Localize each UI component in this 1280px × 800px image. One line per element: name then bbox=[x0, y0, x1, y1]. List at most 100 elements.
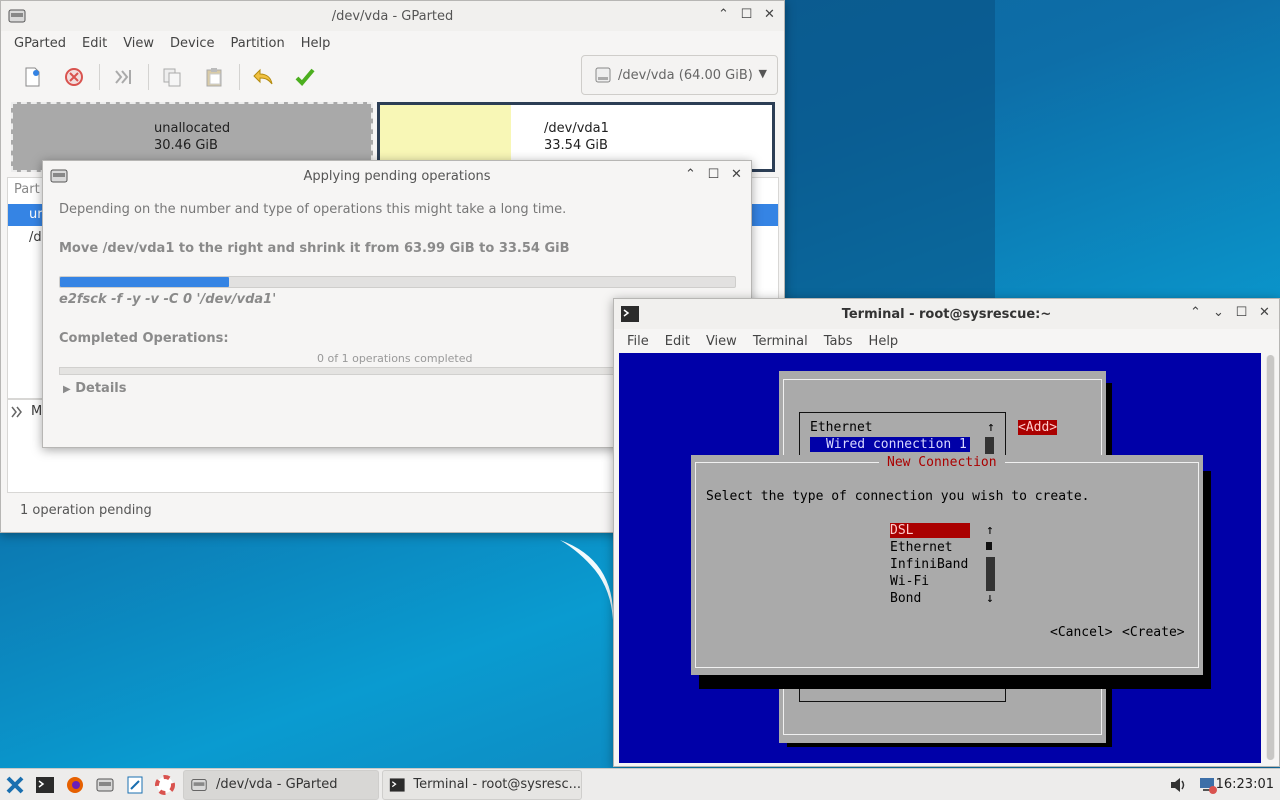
resize-move-button[interactable] bbox=[106, 61, 140, 93]
apply-button[interactable] bbox=[288, 61, 322, 93]
tui-add-button[interactable]: <Add> bbox=[1018, 420, 1058, 435]
menu-help[interactable]: Help bbox=[861, 334, 907, 349]
tui-list-item-wired[interactable]: Wired connection 1 bbox=[810, 437, 970, 452]
restore-button[interactable]: ⌄ bbox=[1212, 306, 1225, 320]
terminal-titlebar[interactable]: Terminal - root@sysrescue:~ ⌃ ⌄ ☐ ✕ bbox=[614, 299, 1279, 329]
tui-create-button[interactable]: <Create> bbox=[1122, 625, 1185, 640]
menu-file[interactable]: File bbox=[619, 334, 657, 349]
menu-tabs[interactable]: Tabs bbox=[816, 334, 861, 349]
partition-label: /dev/vda1 bbox=[544, 121, 609, 136]
xfce-logo-icon bbox=[6, 776, 24, 793]
details-expander[interactable]: ▶ Details bbox=[63, 381, 126, 396]
launcher-firefox[interactable] bbox=[60, 770, 90, 800]
chevron-down-icon: ▼ bbox=[758, 67, 767, 80]
taskbar: /dev/vda - GParted Terminal - root@sysre… bbox=[0, 768, 1280, 800]
scrollbar-thumb[interactable] bbox=[1267, 355, 1274, 760]
firefox-icon bbox=[67, 776, 83, 793]
status-bar: 1 operation pending bbox=[20, 503, 152, 518]
terminal-app-icon bbox=[621, 306, 639, 322]
launcher-gparted[interactable] bbox=[90, 770, 120, 800]
volume-button[interactable] bbox=[1163, 770, 1193, 800]
gparted-app-icon bbox=[8, 9, 26, 23]
taskbar-task-terminal[interactable]: Terminal - root@sysresc... bbox=[382, 769, 582, 800]
tui-option-ethernet[interactable]: Ethernet bbox=[890, 540, 953, 555]
volume-icon bbox=[1171, 778, 1185, 792]
completed-count: 0 of 1 operations completed bbox=[317, 352, 473, 365]
window-title: /dev/vda - GParted bbox=[331, 8, 454, 24]
close-button[interactable]: ✕ bbox=[763, 8, 776, 22]
menu-edit[interactable]: Edit bbox=[74, 36, 115, 51]
dialog-titlebar[interactable]: Applying pending operations ⌃ ☐ ✕ bbox=[43, 161, 751, 191]
menu-gparted[interactable]: GParted bbox=[6, 36, 74, 51]
tui-option-infiniband[interactable]: InfiniBand bbox=[890, 557, 968, 572]
gparted-icon bbox=[191, 778, 207, 791]
terminal-icon bbox=[36, 776, 54, 793]
dialog-title: Applying pending operations bbox=[303, 168, 491, 184]
operation-progress-bar bbox=[59, 276, 736, 288]
checkmark-icon bbox=[295, 68, 315, 86]
dialog-intro: Depending on the number and type of oper… bbox=[59, 202, 567, 217]
launcher-help[interactable] bbox=[150, 770, 180, 800]
xfce-menu-button[interactable] bbox=[0, 770, 30, 800]
resize-move-icon bbox=[11, 406, 22, 418]
minimize-button[interactable]: ⌃ bbox=[1189, 306, 1202, 320]
new-document-icon bbox=[25, 67, 40, 87]
menu-device[interactable]: Device bbox=[162, 36, 222, 51]
tui-scroll-up-arrow: ↑ bbox=[986, 523, 994, 538]
current-command: e2fsck -f -y -v -C 0 '/dev/vda1' bbox=[59, 292, 277, 307]
minimize-button[interactable]: ⌃ bbox=[717, 8, 730, 22]
undo-icon bbox=[253, 68, 273, 85]
toolbar-separator bbox=[148, 64, 149, 90]
terminal-scrollbar[interactable] bbox=[1266, 355, 1275, 760]
gparted-menubar: GParted Edit View Device Partition Help bbox=[1, 31, 784, 55]
copy-icon bbox=[163, 68, 181, 87]
toolbar-separator bbox=[99, 64, 100, 90]
partition-size: 30.46 GiB bbox=[154, 138, 218, 153]
resize-move-icon bbox=[115, 70, 131, 84]
menu-partition[interactable]: Partition bbox=[223, 36, 293, 51]
menu-terminal[interactable]: Terminal bbox=[745, 334, 816, 349]
column-header-partition[interactable]: Part bbox=[14, 182, 40, 197]
device-select-value: /dev/vda (64.00 GiB) bbox=[618, 67, 753, 83]
desktop-background-stripe bbox=[785, 0, 995, 330]
copy-button[interactable] bbox=[155, 61, 189, 93]
details-label: Details bbox=[75, 381, 127, 396]
menu-edit[interactable]: Edit bbox=[657, 334, 698, 349]
tui-option-wifi[interactable]: Wi-Fi bbox=[890, 574, 929, 589]
terminal-window: Terminal - root@sysrescue:~ ⌃ ⌄ ☐ ✕ File… bbox=[613, 298, 1280, 767]
text-editor-icon bbox=[127, 776, 143, 793]
pending-operation-item[interactable]: M bbox=[31, 404, 42, 419]
row-text: ur bbox=[29, 207, 43, 222]
menu-view[interactable]: View bbox=[698, 334, 745, 349]
gparted-titlebar[interactable]: /dev/vda - GParted ⌃ ☐ ✕ bbox=[1, 1, 784, 31]
maximize-button[interactable]: ☐ bbox=[1235, 306, 1248, 320]
task-label: /dev/vda - GParted bbox=[216, 777, 338, 792]
new-partition-button[interactable] bbox=[15, 61, 49, 93]
paste-button[interactable] bbox=[197, 61, 231, 93]
gparted-app-icon bbox=[50, 169, 68, 183]
close-button[interactable]: ✕ bbox=[1258, 306, 1271, 320]
menu-help[interactable]: Help bbox=[293, 36, 339, 51]
terminal-icon bbox=[389, 777, 405, 792]
launcher-text-editor[interactable] bbox=[120, 770, 150, 800]
task-label: Terminal - root@sysresc... bbox=[413, 777, 581, 792]
tui-option-bond[interactable]: Bond bbox=[890, 591, 921, 606]
tui-option-dsl[interactable]: DSL bbox=[890, 523, 970, 538]
delete-partition-button[interactable] bbox=[57, 61, 91, 93]
maximize-button[interactable]: ☐ bbox=[740, 8, 753, 22]
terminal-screen[interactable]: Ethernet ↑ Wired connection 1 <Add> New … bbox=[619, 353, 1261, 763]
progress-fill bbox=[60, 277, 229, 287]
tui-scroll-thumb bbox=[985, 437, 994, 454]
close-button[interactable]: ✕ bbox=[730, 168, 743, 182]
tui-cancel-button[interactable]: <Cancel> bbox=[1050, 625, 1113, 640]
taskbar-task-gparted[interactable]: /dev/vda - GParted bbox=[183, 769, 379, 800]
tui-scroll-down-arrow: ↓ bbox=[986, 591, 994, 606]
maximize-button[interactable]: ☐ bbox=[707, 168, 720, 182]
undo-button[interactable] bbox=[246, 61, 280, 93]
tui-scroll-up-arrow: ↑ bbox=[987, 420, 995, 435]
tui-new-connection-dialog: New Connection Select the type of connec… bbox=[691, 455, 1203, 675]
minimize-button[interactable]: ⌃ bbox=[684, 168, 697, 182]
menu-view[interactable]: View bbox=[115, 36, 162, 51]
launcher-terminal[interactable] bbox=[30, 770, 60, 800]
device-select[interactable]: /dev/vda (64.00 GiB) ▼ bbox=[581, 55, 778, 95]
